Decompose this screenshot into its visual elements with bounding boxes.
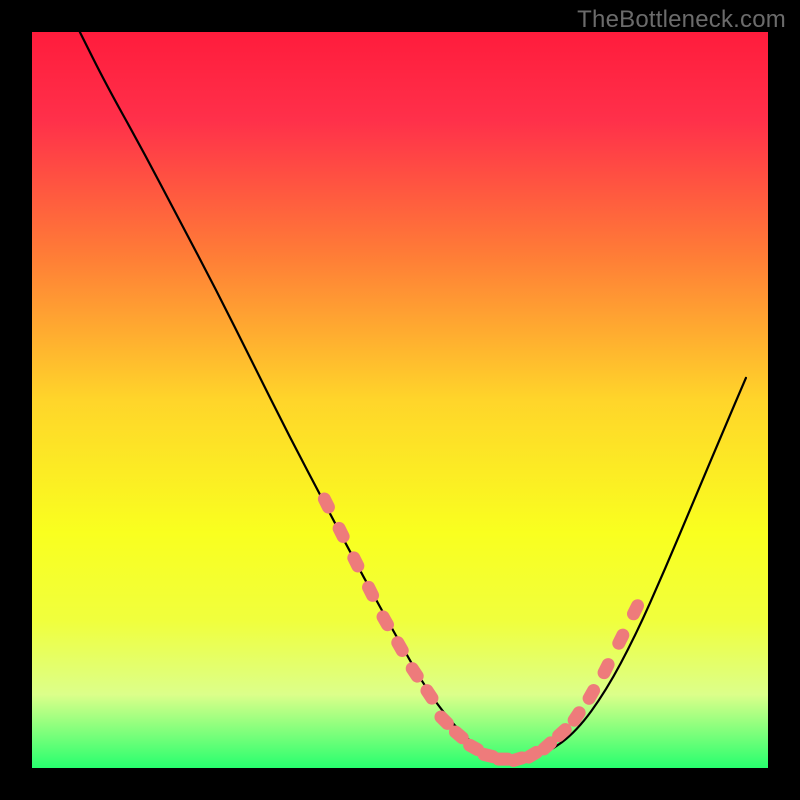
bottleneck-chart [0, 0, 800, 800]
chart-background-gradient [32, 32, 768, 768]
chart-container: TheBottleneck.com [0, 0, 800, 800]
watermark-text: TheBottleneck.com [577, 6, 786, 34]
